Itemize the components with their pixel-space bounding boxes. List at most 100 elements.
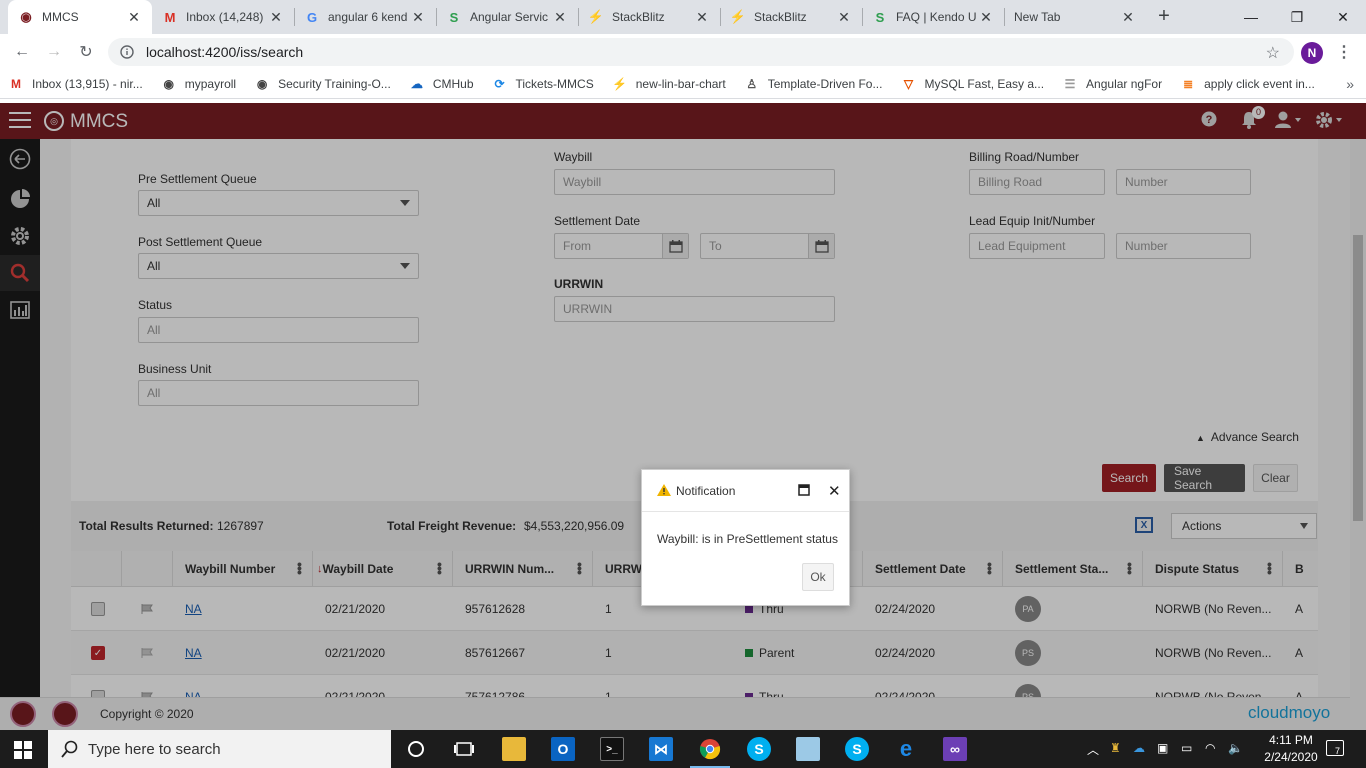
dialog-title: Notification [676,484,736,498]
file-explorer-icon[interactable] [502,737,526,761]
tab-new[interactable]: New Tab ✕ [1004,0,1146,34]
tab-title: StackBlitz [754,10,807,24]
taskbar-search-placeholder: Type here to search [88,740,221,758]
taskbar-search-box[interactable]: Type here to search [48,730,391,768]
close-tab-icon[interactable]: ✕ [836,9,852,26]
notes-icon[interactable] [796,737,820,761]
show-hidden-icons-icon[interactable]: ︿ [1087,741,1099,758]
tray-app-icon[interactable]: ♜ [1110,741,1121,755]
bookmark-star-icon[interactable]: ☆ [1266,43,1280,63]
edge-icon[interactable]: e [894,736,918,761]
info-icon[interactable] [120,45,134,59]
visual-studio-icon[interactable]: ∞ [943,737,967,761]
address-bar: ← → ↻ localhost:4200/iss/search ☆ N ⋮ [0,34,1366,70]
cortana-icon[interactable] [404,737,428,761]
taskbar-clock[interactable]: 4:11 PM 2/24/2020 [1255,732,1327,766]
mmcs-favicon: ◉ [20,9,32,24]
tab-angular-kendo[interactable]: G angular 6 kend ✕ [294,0,436,34]
skype-icon[interactable]: S [845,737,869,761]
close-tab-icon[interactable]: ✕ [1120,9,1136,26]
bookmark-item[interactable]: M Inbox (13,915) - nir... [8,76,143,92]
action-center-count: 7 [1335,746,1341,756]
task-view-icon[interactable] [452,737,476,761]
volume-icon[interactable]: 🔈 [1228,741,1243,755]
tab-title: Angular Servic [470,10,549,24]
bookmark-item[interactable]: ⟳ Tickets-MMCS [492,76,593,92]
omnibox[interactable]: localhost:4200/iss/search ☆ [108,38,1294,66]
bookmark-item[interactable]: ≣ apply click event in... [1180,76,1315,92]
tab-stackblitz-1[interactable]: ⚡ StackBlitz ✕ [578,0,720,34]
reload-button[interactable]: ↻ [74,40,98,64]
cmhub-icon: ☁ [410,77,423,91]
profile-avatar[interactable]: N [1301,42,1323,64]
dialog-titlebar: Notification ✕ [642,470,849,512]
bookmark-item[interactable]: ♙ Template-Driven Fo... [744,76,883,92]
bookmark-label: Inbox (13,915) - nir... [32,77,143,91]
modal-overlay[interactable] [0,103,1366,730]
close-tab-icon[interactable]: ✕ [978,9,994,26]
wifi-icon[interactable]: ◠ [1205,741,1215,755]
tab-title: New Tab [1014,10,1061,24]
tab-stackblitz-2[interactable]: ⚡ StackBlitz ✕ [720,0,862,34]
ok-button[interactable]: Ok [802,563,834,591]
globe-icon: ◉ [163,77,174,91]
bookmark-item[interactable]: ☰ Angular ngFor [1062,76,1162,92]
kendo-icon: S [875,9,885,25]
skype-business-icon[interactable]: S [747,737,771,761]
gmail-icon: M [164,9,176,25]
tab-title: Inbox (14,248) [186,10,264,24]
bookmark-item[interactable]: ▽ MySQL Fast, Easy a... [900,76,1044,92]
bookmark-item[interactable]: ◉ mypayroll [161,76,236,92]
minimize-button[interactable]: — [1228,0,1274,34]
action-center-icon[interactable]: 7 [1326,740,1344,756]
tab-title: angular 6 kend [328,10,408,24]
tab-mmcs[interactable]: ◉ MMCS ✕ [8,0,152,34]
bookmarks-bar: M Inbox (13,915) - nir... ◉ mypayroll ◉ Sec… [0,70,1366,99]
url-text: localhost:4200/iss/search [146,44,304,60]
new-tab-button[interactable]: + [1152,5,1176,29]
close-tab-icon[interactable]: ✕ [552,9,568,26]
more-bookmarks-icon[interactable]: » [1346,76,1354,92]
battery-icon[interactable]: ▭ [1181,741,1192,755]
stackblitz-icon: ⚡ [612,77,628,91]
outlook-icon[interactable]: O [551,737,575,761]
close-tab-icon[interactable]: ✕ [126,9,142,26]
security-icon[interactable]: ▣ [1157,741,1168,755]
terminal-icon[interactable]: >_ [600,737,624,761]
document-icon: ☰ [1064,77,1076,91]
tab-kendo-faq[interactable]: S FAQ | Kendo U ✕ [862,0,1004,34]
bookmark-item[interactable]: ☁ CMHub [409,76,474,92]
tab-title: StackBlitz [612,10,665,24]
bookmark-item[interactable]: ⚡ new-lin-bar-chart [612,76,726,92]
notification-dialog: Notification ✕ Waybill: is in PreSettlem… [641,469,850,606]
bookmark-label: Template-Driven Fo... [767,77,883,91]
close-tab-icon[interactable]: ✕ [268,9,284,26]
onedrive-icon[interactable]: ☁ [1133,741,1145,755]
bookmark-item[interactable]: ◉ Security Training-O... [254,76,391,92]
template-icon: ♙ [746,77,758,91]
chrome-menu-icon[interactable]: ⋮ [1336,42,1352,62]
forward-button[interactable]: → [42,40,66,64]
close-tab-icon[interactable]: ✕ [694,9,710,26]
stackoverflow-icon: ≣ [1183,77,1194,91]
restore-button[interactable]: ❐ [1274,0,1320,34]
tab-title: MMCS [42,10,79,24]
browser-tab-strip: ◉ MMCS ✕ M Inbox (14,248) ✕ G angular 6 … [0,0,1366,34]
tickets-icon: ⟳ [494,77,505,91]
tab-inbox[interactable]: M Inbox (14,248) ✕ [152,0,294,34]
back-button[interactable]: ← [10,40,34,64]
search-icon [61,740,78,758]
close-icon[interactable]: ✕ [828,482,841,500]
close-tab-icon[interactable]: ✕ [410,9,426,26]
maximize-icon[interactable] [798,484,810,496]
vscode-icon[interactable]: ⋈ [649,737,673,761]
tab-title: FAQ | Kendo U [896,10,977,24]
stackblitz-icon: ⚡ [729,9,747,24]
globe-icon: ◉ [256,77,268,91]
google-icon: G [306,9,318,25]
chrome-icon[interactable] [698,737,722,761]
tab-angular-service[interactable]: S Angular Servic ✕ [436,0,578,34]
bookmark-label: Security Training-O... [278,77,391,91]
windows-start-icon[interactable] [14,741,32,759]
window-close-button[interactable]: ✕ [1320,0,1366,34]
